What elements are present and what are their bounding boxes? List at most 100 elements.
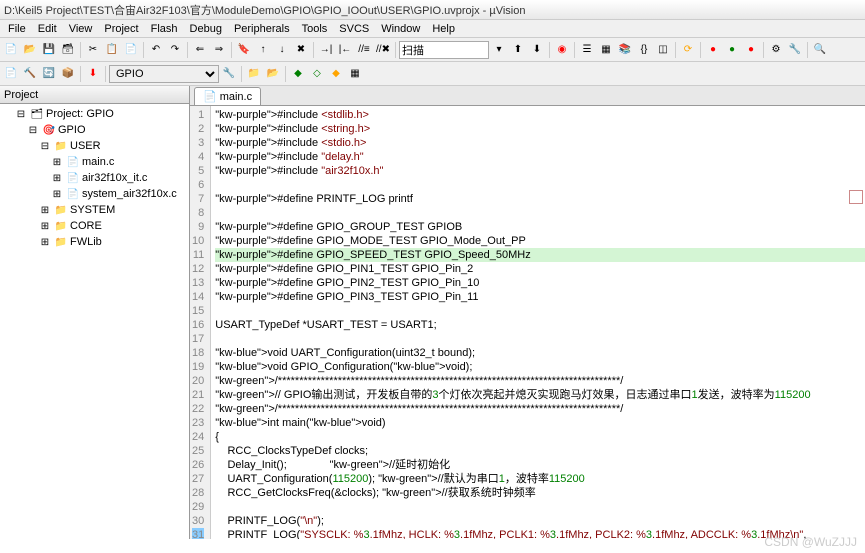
target-icon: 🎯 [42, 123, 56, 137]
plus-icon[interactable]: ⊞ [50, 155, 64, 169]
menu-tools[interactable]: Tools [296, 23, 334, 35]
menu-project[interactable]: Project [98, 23, 144, 35]
tree-main-c[interactable]: ⊞📄main.c [2, 154, 187, 170]
tab-bar: 📄 main.c [190, 86, 865, 106]
project-icon: 🗂 [30, 107, 44, 121]
menu-edit[interactable]: Edit [32, 23, 63, 35]
plus-icon[interactable]: ⊞ [38, 203, 52, 217]
menu-debug[interactable]: Debug [184, 23, 228, 35]
code-editor[interactable]: 1234567891011121314151617181920212223242… [190, 106, 865, 539]
save-all-icon[interactable]: 🗃 [59, 41, 77, 59]
cut-icon[interactable]: ✂ [84, 41, 102, 59]
batch-build-icon[interactable]: 📦 [59, 65, 77, 83]
menu-view[interactable]: View [63, 23, 99, 35]
nav-fwd-icon[interactable]: ⇒ [210, 41, 228, 59]
code-lines[interactable]: "kw-purple">#include <stdlib.h>"kw-purpl… [211, 106, 865, 539]
pack4-icon[interactable]: ▦ [346, 65, 364, 83]
menu-bar: File Edit View Project Flash Debug Perip… [0, 20, 865, 38]
tab-main-c[interactable]: 📄 main.c [194, 87, 261, 105]
tab-label: main.c [220, 91, 252, 103]
record-led-icon[interactable]: ● [723, 41, 741, 59]
pack-icon[interactable]: ◆ [289, 65, 307, 83]
tree-air-it[interactable]: ⊞📄air32f10x_it.c [2, 170, 187, 186]
bookmark-icon[interactable]: 🔖 [235, 41, 253, 59]
find-next-icon[interactable]: ⬇ [528, 41, 546, 59]
minus-icon[interactable]: ⊟ [26, 123, 40, 137]
tree-system[interactable]: ⊞📁SYSTEM [2, 202, 187, 218]
open-file-icon[interactable]: 📂 [21, 41, 39, 59]
refresh-icon[interactable]: ⟳ [679, 41, 697, 59]
uncomment-icon[interactable]: //✖ [374, 41, 392, 59]
find-input[interactable] [399, 41, 489, 59]
tree-core[interactable]: ⊞📁CORE [2, 218, 187, 234]
paste-icon[interactable]: 📄 [122, 41, 140, 59]
build-icon[interactable]: 🔨 [21, 65, 39, 83]
copy-icon[interactable]: 📋 [103, 41, 121, 59]
save-icon[interactable]: 💾 [40, 41, 58, 59]
menu-peripherals[interactable]: Peripherals [228, 23, 296, 35]
folder-icon: 📁 [54, 203, 68, 217]
menu-file[interactable]: File [2, 23, 32, 35]
minus-icon[interactable]: ⊟ [38, 139, 52, 153]
project-tree[interactable]: ⊟🗂Project: GPIO ⊟🎯GPIO ⊟📁USER ⊞📄main.c ⊞… [0, 104, 189, 539]
nav-back-icon[interactable]: ⇐ [191, 41, 209, 59]
outline-icon[interactable]: ☰ [578, 41, 596, 59]
project-window-icon[interactable]: ▦ [597, 41, 615, 59]
manage-icon[interactable]: 📁 [245, 65, 263, 83]
download-icon[interactable]: ⬇ [84, 65, 102, 83]
plus-icon[interactable]: ⊞ [50, 171, 64, 185]
menu-window[interactable]: Window [375, 23, 426, 35]
manage2-icon[interactable]: 📂 [264, 65, 282, 83]
new-file-icon[interactable]: 📄 [2, 41, 20, 59]
plus-icon[interactable]: ⊞ [38, 219, 52, 233]
panel-title-text: Project [4, 89, 38, 101]
find-prev-icon[interactable]: ⬆ [509, 41, 527, 59]
config2-icon[interactable]: 🔧 [786, 41, 804, 59]
project-panel-header: Project [0, 86, 189, 104]
target-options-icon[interactable]: 🔧 [220, 65, 238, 83]
menu-svcs[interactable]: SVCS [333, 23, 375, 35]
bookmark-clear-icon[interactable]: ✖ [292, 41, 310, 59]
minus-icon[interactable]: ⊟ [14, 107, 28, 121]
debug-start-icon[interactable]: ◉ [553, 41, 571, 59]
find-dropdown-icon[interactable]: ▾ [490, 41, 508, 59]
record-led2-icon[interactable]: ● [742, 41, 760, 59]
unindent-icon[interactable]: |← [336, 41, 354, 59]
search-icon[interactable]: 🔍 [811, 41, 829, 59]
pack3-icon[interactable]: ◆ [327, 65, 345, 83]
undo-icon[interactable]: ↶ [147, 41, 165, 59]
pack2-icon[interactable]: ◇ [308, 65, 326, 83]
indent-icon[interactable]: →| [317, 41, 335, 59]
folding-marker [849, 190, 863, 204]
watermark: CSDN @WuZJJJ [764, 535, 857, 549]
record-icon[interactable]: ● [704, 41, 722, 59]
tree-fwlib[interactable]: ⊞📁FWLib [2, 234, 187, 250]
comment-icon[interactable]: //≡ [355, 41, 373, 59]
line-gutter: 1234567891011121314151617181920212223242… [190, 106, 211, 539]
project-panel: Project ⊟🗂Project: GPIO ⊟🎯GPIO ⊟📁USER ⊞📄… [0, 86, 190, 539]
tree-gpio[interactable]: ⊟🎯GPIO [2, 122, 187, 138]
tree-root[interactable]: ⊟🗂Project: GPIO [2, 106, 187, 122]
toolbar-build: 📄 🔨 🔄 📦 ⬇ GPIO 🔧 📁 📂 ◆ ◇ ◆ ▦ [0, 62, 865, 86]
menu-flash[interactable]: Flash [145, 23, 184, 35]
target-select[interactable]: GPIO [109, 65, 219, 83]
plus-icon[interactable]: ⊞ [50, 187, 64, 201]
template-icon[interactable]: ◫ [654, 41, 672, 59]
books-icon[interactable]: 📚 [616, 41, 634, 59]
tree-user[interactable]: ⊟📁USER [2, 138, 187, 154]
menu-help[interactable]: Help [426, 23, 461, 35]
rebuild-icon[interactable]: 🔄 [40, 65, 58, 83]
plus-icon[interactable]: ⊞ [38, 235, 52, 249]
toolbar-main: 📄 📂 💾 🗃 ✂ 📋 📄 ↶ ↷ ⇐ ⇒ 🔖 ↑ ↓ ✖ →| |← //≡ … [0, 38, 865, 62]
c-file-icon: 📄 [203, 90, 217, 103]
tree-sys-air[interactable]: ⊞📄system_air32f10x.c [2, 186, 187, 202]
bookmark-prev-icon[interactable]: ↑ [254, 41, 272, 59]
redo-icon[interactable]: ↷ [166, 41, 184, 59]
c-file-icon: 📄 [66, 187, 80, 201]
config-icon[interactable]: ⚙ [767, 41, 785, 59]
bookmark-next-icon[interactable]: ↓ [273, 41, 291, 59]
func-icon[interactable]: {} [635, 41, 653, 59]
window-title: D:\Keil5 Project\TEST\合宙Air32F103\官方\Mod… [4, 2, 525, 18]
translate-icon[interactable]: 📄 [2, 65, 20, 83]
folder-icon: 📁 [54, 219, 68, 233]
